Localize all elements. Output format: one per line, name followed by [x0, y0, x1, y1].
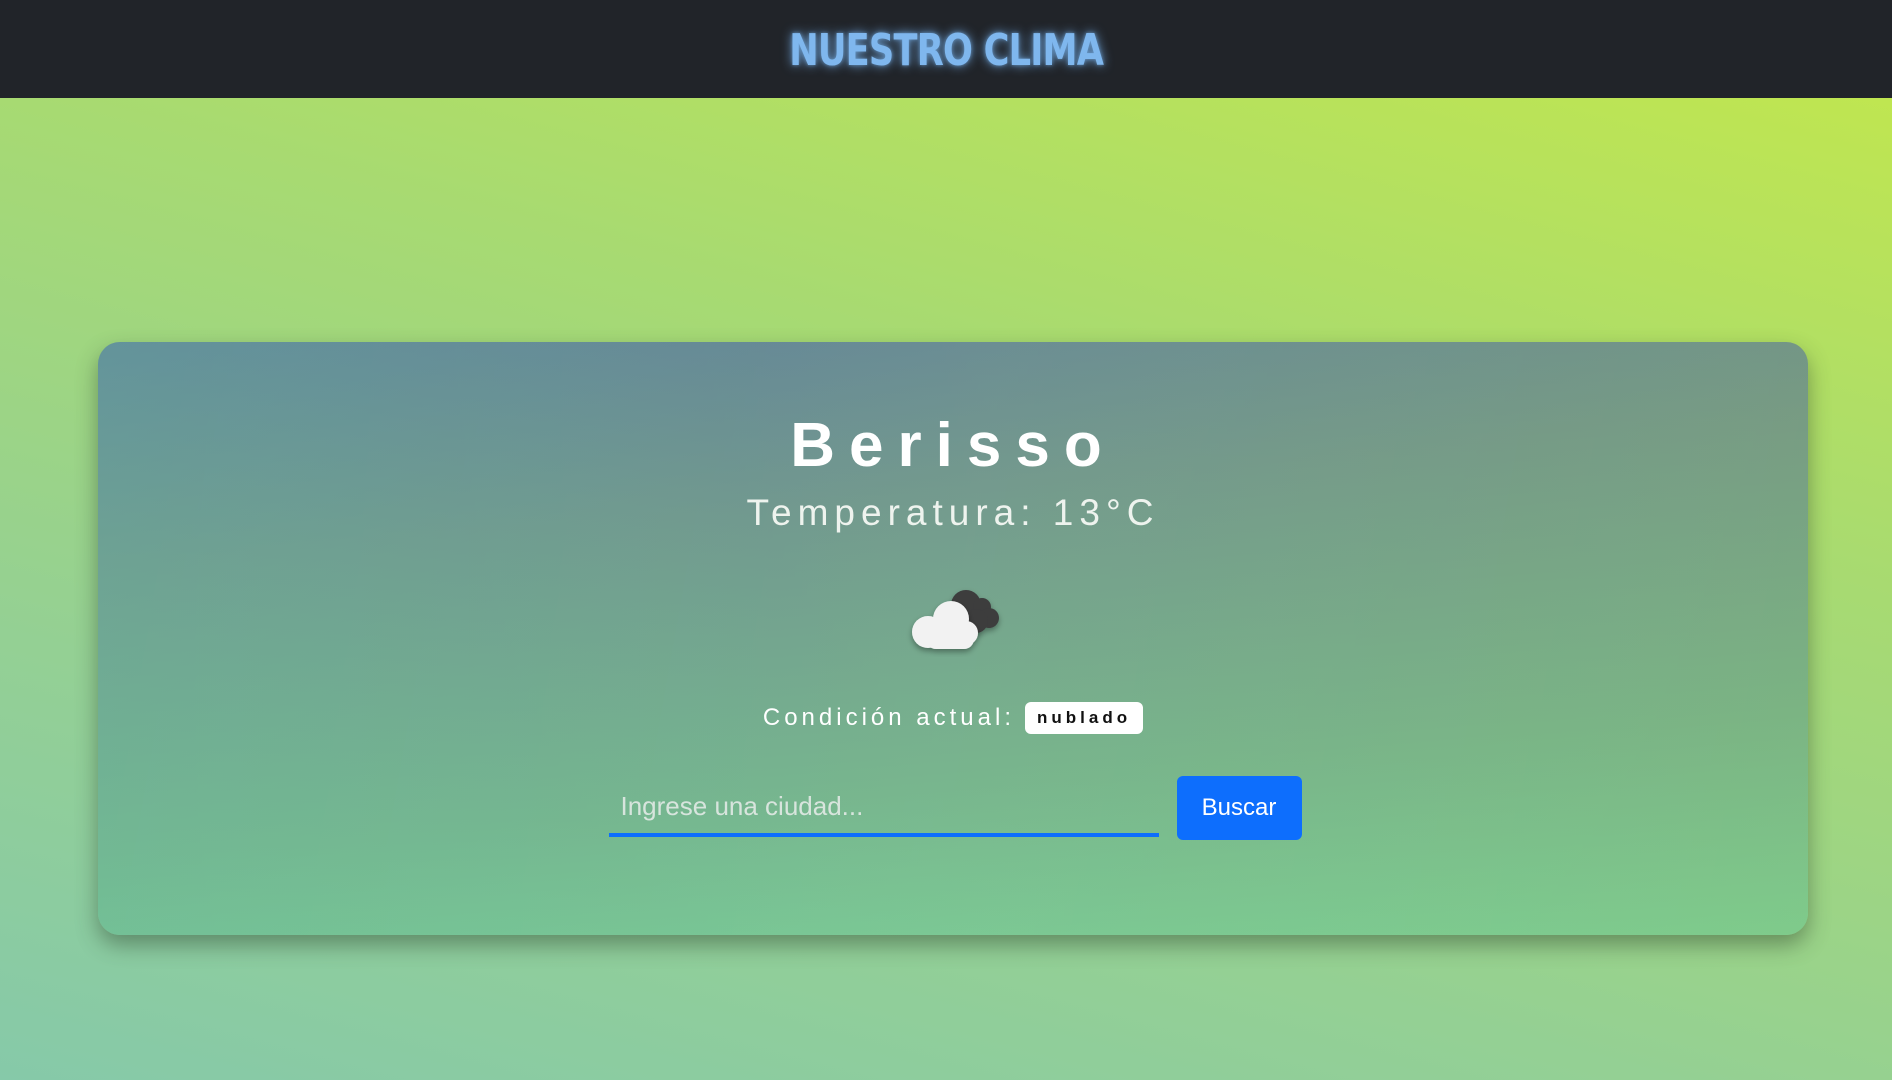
- search-button[interactable]: Buscar: [1176, 776, 1302, 840]
- top-navbar: NUESTRO CLIMA: [0, 0, 1892, 98]
- condition-label: Condición actual:: [762, 704, 1015, 731]
- condition-row: Condición actual: nublado: [98, 702, 1808, 734]
- site-title: NUESTRO CLIMA: [789, 24, 1104, 76]
- weather-card: Berisso Temperatura: 13°C Condición actu…: [98, 342, 1808, 935]
- condition-badge: nublado: [1025, 702, 1144, 734]
- cloud-icon: [898, 577, 1008, 657]
- city-name: Berisso: [790, 411, 1116, 480]
- search-form: Buscar: [98, 776, 1808, 840]
- city-search-input[interactable]: [608, 779, 1159, 837]
- temperature-text: Temperatura: 13°C: [746, 492, 1160, 533]
